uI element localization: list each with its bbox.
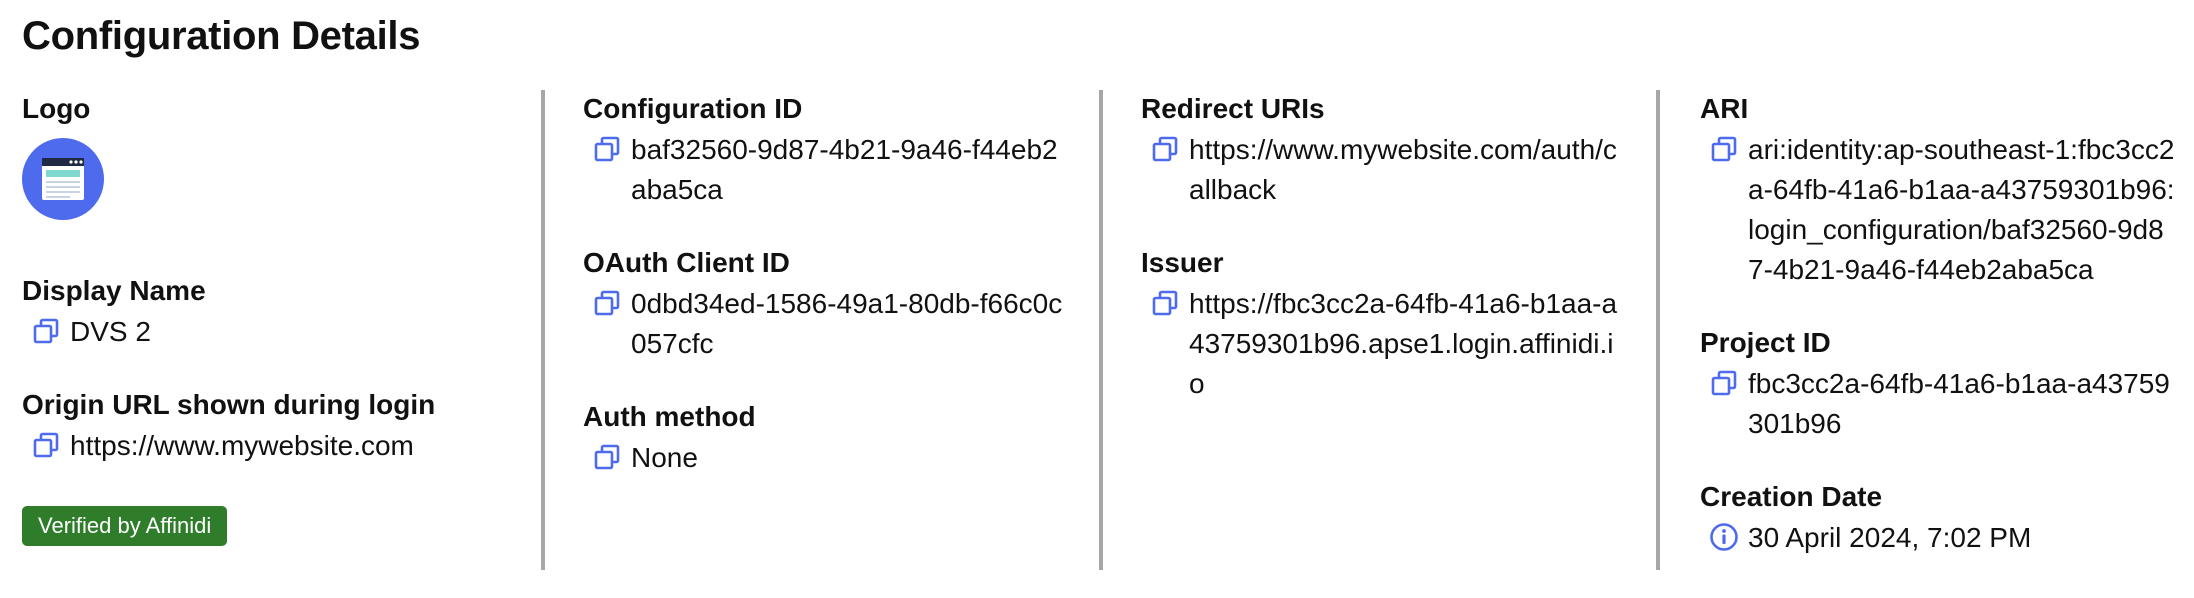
redirect-uris-field: Redirect URIs https://www.mywebsite.com/… <box>1141 90 1661 210</box>
configuration-id-value: baf32560-9d87-4b21-9a46-f44eb2aba5ca <box>631 134 1058 205</box>
origin-url-label: Origin URL shown during login <box>22 389 436 420</box>
verified-badge: Verified by Affinidi <box>22 506 228 546</box>
origin-url-value: https://www.mywebsite.com <box>70 430 414 461</box>
issuer-value: https://fbc3cc2a-64fb-41a6-b1aa-a4375930… <box>1189 288 1618 399</box>
logo-field: Logo <box>22 90 542 220</box>
column-general: Logo Display Name DVS 2 Origin URL shown… <box>22 90 542 546</box>
ari-label: ARI <box>1700 93 1749 124</box>
copy-icon[interactable] <box>1700 130 1748 168</box>
copy-icon[interactable] <box>22 426 70 464</box>
issuer-field: Issuer https://fbc3cc2a-64fb-41a6-b1aa-a… <box>1141 244 1661 404</box>
auth-method-label: Auth method <box>583 401 756 432</box>
oauth-client-id-value: 0dbd34ed-1586-49a1-80db-f66c0c057cfc <box>631 288 1063 359</box>
copy-icon[interactable] <box>583 284 631 322</box>
column-resource: ARI ari:identity:ap-southeast-1:fbc3cc2a… <box>1700 90 2180 592</box>
creation-date-label: Creation Date <box>1700 481 1883 512</box>
redirect-uris-label: Redirect URIs <box>1141 93 1325 124</box>
copy-icon[interactable] <box>1141 284 1189 322</box>
display-name-field: Display Name DVS 2 <box>22 272 542 352</box>
page-title: Configuration Details <box>22 14 421 58</box>
copy-icon[interactable] <box>583 438 631 476</box>
creation-date-value: 30 April 2024, 7:02 PM <box>1748 522 2032 553</box>
ari-value: ari:identity:ap-southeast-1:fbc3cc2a-64f… <box>1748 134 2175 285</box>
auth-method-value: None <box>631 442 698 473</box>
copy-icon[interactable] <box>1141 130 1189 168</box>
oauth-client-id-label: OAuth Client ID <box>583 247 790 278</box>
oauth-client-id-field: OAuth Client ID 0dbd34ed-1586-49a1-80db-… <box>583 244 1103 364</box>
column-divider <box>1656 90 1660 570</box>
ari-field: ARI ari:identity:ap-southeast-1:fbc3cc2a… <box>1700 90 2180 290</box>
display-name-label: Display Name <box>22 275 206 306</box>
project-id-field: Project ID fbc3cc2a-64fb-41a6-b1aa-a4375… <box>1700 324 2180 444</box>
configuration-id-field: Configuration ID baf32560-9d87-4b21-9a46… <box>583 90 1103 210</box>
logo-label: Logo <box>22 93 91 124</box>
browser-window-icon <box>42 158 84 200</box>
origin-url-field: Origin URL shown during login https://ww… <box>22 386 542 466</box>
auth-method-field: Auth method None <box>583 398 1103 478</box>
display-name-value: DVS 2 <box>70 316 151 347</box>
logo-avatar <box>22 138 104 220</box>
issuer-label: Issuer <box>1141 247 1224 278</box>
column-urls: Redirect URIs https://www.mywebsite.com/… <box>1141 90 1661 438</box>
redirect-uris-value: https://www.mywebsite.com/auth/callback <box>1189 134 1617 205</box>
creation-date-field: Creation Date 30 April 2024, 7:02 PM <box>1700 478 2180 558</box>
configuration-id-label: Configuration ID <box>583 93 803 124</box>
copy-icon[interactable] <box>583 130 631 168</box>
column-divider <box>541 90 545 570</box>
project-id-label: Project ID <box>1700 327 1831 358</box>
copy-icon[interactable] <box>22 312 70 350</box>
column-identifiers: Configuration ID baf32560-9d87-4b21-9a46… <box>583 90 1103 512</box>
configuration-details-panel: Configuration Details Logo Display Name … <box>0 0 2194 598</box>
copy-icon[interactable] <box>1700 364 1748 402</box>
column-divider <box>1099 90 1103 570</box>
project-id-value: fbc3cc2a-64fb-41a6-b1aa-a43759301b96 <box>1748 368 2170 439</box>
info-icon[interactable] <box>1700 518 1748 556</box>
